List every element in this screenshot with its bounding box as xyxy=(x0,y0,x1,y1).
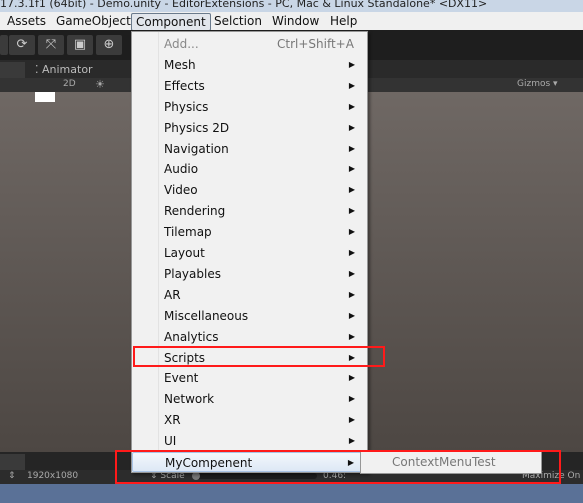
scale-icon: ⤧ xyxy=(45,37,57,52)
menu-item-label: Mesh xyxy=(164,57,196,72)
menu-item-label: Navigation xyxy=(164,141,229,156)
menu-item-tilemap[interactable]: Tilemap ▶ xyxy=(132,222,367,242)
menu-assets[interactable]: Assets xyxy=(3,13,50,29)
display-dropdown[interactable]: ⇕ xyxy=(8,471,16,481)
menu-component[interactable]: Component xyxy=(131,13,211,31)
submenu-arrow-icon: ▶ xyxy=(348,373,355,383)
menu-item-label: Physics xyxy=(164,99,209,114)
submenu-arrow-icon: ▶ xyxy=(348,59,355,69)
menu-item-label: Layout xyxy=(164,246,205,260)
transform-tool-button[interactable]: ⊕ xyxy=(96,35,122,55)
submenu-arrow-icon: ▶ xyxy=(348,227,355,237)
submenu-arrow-icon: ▶ xyxy=(348,310,355,320)
submenu-arrow-icon: ▶ xyxy=(348,268,355,278)
tab-game[interactable] xyxy=(0,454,25,470)
component-menu: Add... Ctrl+Shift+A Mesh ▶ Effects ▶ Physics ▶ P… xyxy=(131,31,368,473)
menu-item-label: Network xyxy=(164,392,215,407)
menu-item-physics[interactable]: Physics ▶ xyxy=(132,97,367,117)
menu-item-label: Rendering xyxy=(164,204,226,219)
submenu-arrow-icon: ▶ xyxy=(348,80,355,90)
menu-gameobject[interactable]: GameObject xyxy=(52,13,135,29)
highlight-box-scripts xyxy=(133,346,385,367)
tab-animator[interactable]: ⁚ Animator xyxy=(35,63,93,76)
submenu-arrow-icon: ▶ xyxy=(348,185,355,195)
menu-item-label: Playables xyxy=(164,266,221,281)
submenu-arrow-icon: ▶ xyxy=(348,394,355,404)
submenu-arrow-icon: ▶ xyxy=(348,248,355,257)
menu-item-shortcut: Ctrl+Shift+A xyxy=(277,37,354,51)
scale-tool-button[interactable]: ⤧ xyxy=(38,35,64,55)
menu-item-label: Event xyxy=(164,371,199,386)
menu-item-analytics[interactable]: Analytics ▶ xyxy=(132,327,367,347)
menu-item-label: Audio xyxy=(164,162,199,177)
rect-icon: ▣ xyxy=(73,37,87,52)
submenu-arrow-icon: ▶ xyxy=(348,101,355,111)
menu-item-label: UI xyxy=(164,434,177,449)
submenu-arrow-icon: ▶ xyxy=(348,289,355,299)
menu-item-add: Add... Ctrl+Shift+A xyxy=(132,34,367,54)
highlight-box-mycompenent xyxy=(115,450,561,484)
rect-tool-button[interactable]: ▣ xyxy=(67,35,93,55)
menu-help[interactable]: Help xyxy=(326,13,361,29)
resolution-dropdown[interactable]: 1920x1080 xyxy=(27,471,78,481)
menu-bar: Assets GameObject Component Selction Win… xyxy=(0,12,583,31)
menu-item-label: Analytics xyxy=(164,329,219,344)
hand-tool-button[interactable] xyxy=(0,35,8,55)
menu-item-label: Video xyxy=(164,183,198,198)
submenu-arrow-icon: ▶ xyxy=(348,436,355,446)
menu-item-rendering[interactable]: Rendering ▶ xyxy=(132,201,367,221)
tab-scene[interactable] xyxy=(0,62,25,78)
menu-item-label: Miscellaneous xyxy=(164,308,249,323)
menu-item-ar[interactable]: AR ▶ xyxy=(132,285,367,305)
menu-item-label: Effects xyxy=(164,78,205,93)
window-title: 17.3.1f1 (64bit) - Demo.unity - EditorEx… xyxy=(0,0,583,12)
submenu-arrow-icon: ▶ xyxy=(348,122,355,132)
submenu-arrow-icon: ▶ xyxy=(348,206,355,216)
menu-window[interactable]: Window xyxy=(268,13,323,29)
animator-icon: ⁚ xyxy=(35,63,42,76)
menu-item-miscellaneous[interactable]: Miscellaneous ▶ xyxy=(132,306,367,326)
lighting-toggle-icon[interactable]: ☀ xyxy=(95,78,105,91)
2d-toggle[interactable]: 2D xyxy=(63,79,76,89)
menu-item-effects[interactable]: Effects ▶ xyxy=(132,76,367,96)
submenu-arrow-icon: ▶ xyxy=(348,331,355,341)
menu-item-label: Add... xyxy=(164,37,199,51)
transform-icon: ⊕ xyxy=(103,37,115,52)
menu-item-label: XR xyxy=(164,413,181,428)
submenu-arrow-icon: ▶ xyxy=(348,164,355,174)
menu-item-label: Physics 2D xyxy=(164,120,230,135)
rotate-icon: ⟳ xyxy=(16,37,28,52)
status-area xyxy=(0,484,583,503)
submenu-arrow-icon: ▶ xyxy=(348,415,355,425)
menu-item-event[interactable]: Event ▶ xyxy=(132,368,367,388)
menu-item-xr[interactable]: XR ▶ xyxy=(132,410,367,430)
rotate-tool-button[interactable]: ⟳ xyxy=(9,35,35,55)
menu-item-audio[interactable]: Audio ▶ xyxy=(132,159,367,179)
menu-item-playables[interactable]: Playables ▶ xyxy=(132,264,367,284)
menu-item-label: AR xyxy=(164,287,181,302)
menu-item-layout[interactable]: Layout ▶ xyxy=(132,243,367,263)
camera-gizmo-icon xyxy=(35,92,55,102)
gizmos-dropdown[interactable]: Gizmos ▾ xyxy=(517,79,558,89)
menu-item-video[interactable]: Video ▶ xyxy=(132,180,367,200)
menu-item-label: Tilemap xyxy=(164,225,212,240)
menu-item-network[interactable]: Network ▶ xyxy=(132,389,367,409)
menu-item-mesh[interactable]: Mesh ▶ xyxy=(132,55,367,75)
menu-selection[interactable]: Selction xyxy=(210,13,266,29)
submenu-arrow-icon: ▶ xyxy=(348,143,355,153)
menu-item-navigation[interactable]: Navigation ▶ xyxy=(132,139,367,159)
menu-item-ui[interactable]: UI ▶ xyxy=(132,431,367,451)
menu-item-physics-2d[interactable]: Physics 2D ▶ xyxy=(132,118,367,138)
